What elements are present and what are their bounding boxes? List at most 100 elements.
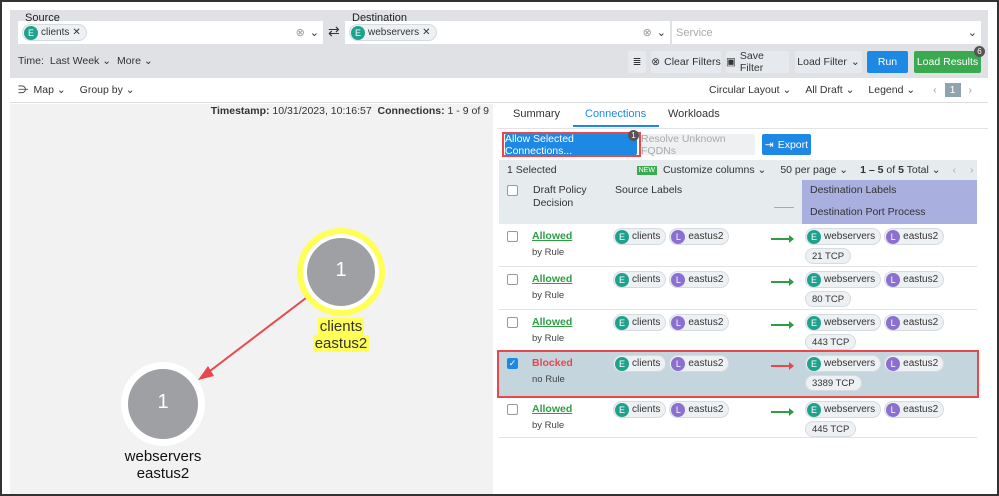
port-badge: 21 TCP <box>805 248 852 264</box>
destination-input[interactable]: Ewebservers ✕ ⊗ ⌄ <box>345 21 670 44</box>
database-button[interactable]: ≣ <box>628 51 646 73</box>
label-chip[interactable]: Leastus2 <box>669 401 730 418</box>
label-chip[interactable]: Leastus2 <box>884 355 945 372</box>
legend-dropdown[interactable]: Legend ⌄ <box>868 84 915 96</box>
load-results-button[interactable]: Load Results <box>914 51 981 73</box>
allow-selected-connections-button[interactable]: Allow Selected Connections... <box>505 133 637 157</box>
label-chip[interactable]: Ewebservers <box>805 314 882 331</box>
customize-columns-dropdown[interactable]: Customize columns ⌄ <box>663 164 766 176</box>
chip-label: clients <box>632 358 661 369</box>
label-chip[interactable]: Eclients <box>613 314 667 331</box>
prev-page-icon[interactable]: ‹ <box>933 84 937 96</box>
decision-source: no Rule <box>532 374 565 385</box>
clear-icon[interactable]: ⊗ <box>643 26 652 39</box>
decision-link[interactable]: Allowed <box>532 403 572 415</box>
row-checkbox[interactable] <box>507 231 518 242</box>
label-chip[interactable]: Ewebservers <box>805 401 882 418</box>
header-decision[interactable]: Draft Policy Decision <box>533 184 613 210</box>
load-filter-dropdown[interactable]: Load Filter ⌄ <box>795 51 862 73</box>
e-icon: E <box>807 402 821 417</box>
label-chip[interactable]: Leastus2 <box>669 228 730 245</box>
arrow-icon <box>771 321 794 329</box>
circular-layout-dropdown[interactable]: Circular Layout ⌄ <box>709 84 791 96</box>
chevron-down-icon[interactable]: ⌄ <box>310 26 319 39</box>
label-chip[interactable]: Eclients <box>613 355 667 372</box>
source-input[interactable]: Eclients ✕ ⊗ ⌄ <box>18 21 323 44</box>
save-filter-button[interactable]: ▣ Save Filter <box>726 50 789 74</box>
tab-summary[interactable]: Summary <box>513 108 560 120</box>
label-chip[interactable]: Eclients <box>613 271 667 288</box>
source-chip[interactable]: Eclients ✕ <box>22 24 87 41</box>
label-chip[interactable]: Eclients <box>613 401 667 418</box>
label-chip[interactable]: Leastus2 <box>669 271 730 288</box>
label-chip[interactable]: Leastus2 <box>669 314 730 331</box>
select-all-checkbox[interactable] <box>507 185 518 196</box>
label-chip[interactable]: Leastus2 <box>884 271 945 288</box>
label-chip[interactable]: Ewebservers <box>805 271 882 288</box>
destination-chip[interactable]: Ewebservers ✕ <box>349 24 437 41</box>
page-number[interactable]: 1 <box>944 83 961 97</box>
time-dropdown[interactable]: Last Week ⌄ <box>50 55 111 67</box>
row-checkbox[interactable] <box>507 317 518 328</box>
label-chip[interactable]: Leastus2 <box>669 355 730 372</box>
map-dropdown[interactable]: Map ⌄ <box>34 84 66 96</box>
label-chip[interactable]: Ewebservers <box>805 355 882 372</box>
chip-label: eastus2 <box>688 404 724 415</box>
save-filter-label: Save Filter <box>739 50 764 74</box>
clear-filters-button[interactable]: ⊗ Clear Filters <box>651 51 721 73</box>
map-toolbar: ⋺ Map ⌄ Group by ⌄ Circular Layout ⌄ All… <box>10 78 988 103</box>
decision-link[interactable]: Allowed <box>532 230 572 242</box>
table-row[interactable]: Allowed by Rule Eclients Leastus2 Ewebserver… <box>499 310 977 351</box>
filter-panel: Source Eclients ✕ ⊗ ⌄ ⇄ Destination Ewebse… <box>10 10 988 78</box>
label-chip[interactable]: Leastus2 <box>884 228 945 245</box>
header-source-labels[interactable]: Source Labels <box>615 184 682 196</box>
per-page-dropdown[interactable]: 50 per page ⌄ <box>780 164 848 176</box>
node-location: eastus2 <box>136 465 190 482</box>
more-dropdown[interactable]: More ⌄ <box>117 55 153 67</box>
remove-icon[interactable]: ✕ <box>422 27 430 38</box>
chip-label: clients <box>632 404 661 415</box>
next-icon[interactable]: › <box>970 164 974 176</box>
table-row[interactable]: ✓ Blocked no Rule Eclients Leastus2 Ewebserve… <box>499 351 977 397</box>
l-icon: L <box>671 229 686 244</box>
edge-arrowhead <box>198 366 214 380</box>
table-row[interactable]: Allowed by Rule Eclients Leastus2 Ewebserver… <box>499 267 977 310</box>
decision-link[interactable]: Allowed <box>532 273 572 285</box>
resolve-fqdns-button[interactable]: Resolve Unknown FQDNs <box>641 133 755 157</box>
map-graph[interactable] <box>10 104 493 494</box>
export-label: Export <box>777 138 809 151</box>
label-chip[interactable]: Ewebservers <box>805 228 882 245</box>
header-destination[interactable]: Destination Labels Destination Port Proc… <box>802 180 977 224</box>
clear-icon[interactable]: ⊗ <box>296 26 305 39</box>
e-icon: E <box>615 402 629 417</box>
label-chip[interactable]: Leastus2 <box>884 314 945 331</box>
pagination-range[interactable]: 1 – 5 of 5 Total ⌄ <box>860 164 940 176</box>
next-page-icon[interactable]: › <box>969 84 973 96</box>
load-results-badge: 6 <box>974 46 985 57</box>
arrow-icon <box>771 408 794 416</box>
chip-label: clients <box>41 27 70 38</box>
table-row[interactable]: Allowed by Rule Eclients Leastus2 Ewebserver… <box>499 224 977 267</box>
tab-workloads[interactable]: Workloads <box>668 108 720 120</box>
all-draft-dropdown[interactable]: All Draft ⌄ <box>805 84 854 96</box>
swap-icon[interactable]: ⇄ <box>328 23 340 40</box>
l-icon: L <box>886 402 901 417</box>
total: 5 <box>898 164 904 176</box>
service-input[interactable]: Service ⌄ <box>672 21 981 44</box>
decision-link[interactable]: Allowed <box>532 316 572 328</box>
run-button[interactable]: Run <box>867 51 908 73</box>
row-checkbox[interactable] <box>507 274 518 285</box>
export-button[interactable]: ⇥ Export <box>762 134 811 155</box>
prev-icon[interactable]: ‹ <box>953 164 957 176</box>
label-chip[interactable]: Leastus2 <box>884 401 945 418</box>
label-chip[interactable]: Eclients <box>613 228 667 245</box>
remove-icon[interactable]: ✕ <box>72 27 80 38</box>
row-checkbox[interactable] <box>507 404 518 415</box>
tab-connections[interactable]: Connections <box>585 108 646 120</box>
chevron-down-icon[interactable]: ⌄ <box>657 26 666 39</box>
connection-edge[interactable] <box>205 297 307 375</box>
table-row[interactable]: Allowed by Rule Eclients Leastus2 Ewebserver… <box>499 397 977 438</box>
decision-link[interactable]: Blocked <box>532 357 573 369</box>
row-checkbox[interactable]: ✓ <box>507 358 518 369</box>
group-by-dropdown[interactable]: Group by ⌄ <box>80 84 135 96</box>
